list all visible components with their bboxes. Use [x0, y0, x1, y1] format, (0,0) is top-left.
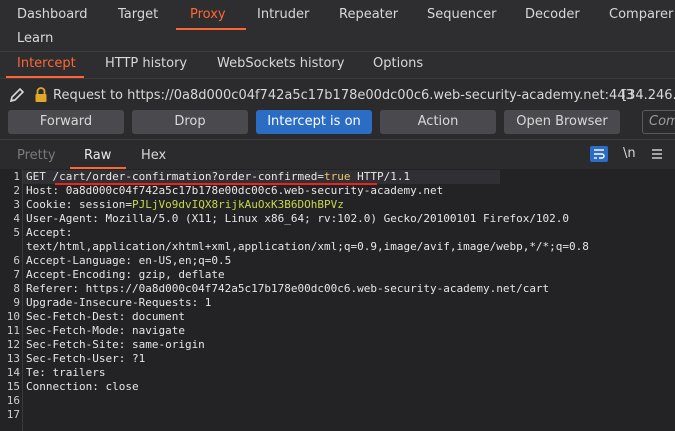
line-number: 3: [13, 198, 20, 211]
header-referer: Referer: https://0a8d000c04f742a5c17b178…: [26, 282, 550, 295]
tab-decoder[interactable]: Decoder: [525, 7, 580, 22]
header-sec-fetch-site: Sec-Fetch-Site: same-origin: [26, 338, 205, 351]
tab-dashboard[interactable]: Dashboard: [17, 7, 88, 22]
line-number: 8: [13, 282, 20, 295]
action-button[interactable]: Action: [380, 110, 496, 134]
header-accept: Accept:: [26, 226, 73, 239]
main-tab-bar: Dashboard Target Proxy Intruder Repeater…: [0, 0, 675, 52]
header-name: Cookie: [26, 198, 66, 211]
header-cookie: Cookie: session=PJLjVo9dvIQX8rijkAuOxK3B…: [26, 198, 344, 211]
header-upgrade-insecure-requests: Upgrade-Insecure-Requests: 1: [26, 296, 212, 309]
query-param-value: true: [324, 170, 351, 183]
header-connection: Connection: close: [26, 380, 139, 393]
line-number: 2: [13, 184, 20, 197]
divider: [0, 139, 675, 140]
header-sec-fetch-user: Sec-Fetch-User: ?1: [26, 352, 146, 365]
line-number: 10: [6, 310, 20, 323]
line-number: 15: [6, 380, 20, 393]
tab-http-history[interactable]: HTTP history: [105, 56, 187, 71]
tab-sequencer[interactable]: Sequencer: [427, 7, 496, 22]
cookie-name: session: [79, 198, 126, 211]
comment-field[interactable]: Comm: [642, 110, 675, 134]
line-number: 9: [13, 296, 20, 309]
line-number: 13: [6, 352, 20, 365]
tab-proxy[interactable]: Proxy: [190, 7, 226, 22]
line-number: 14: [6, 366, 20, 379]
tab-pretty[interactable]: Pretty: [17, 148, 56, 163]
line-number: 11: [6, 324, 20, 337]
tab-target[interactable]: Target: [118, 7, 158, 22]
tab-intruder[interactable]: Intruder: [257, 7, 309, 22]
tab-comparer[interactable]: Comparer: [609, 7, 673, 22]
forward-button[interactable]: Forward: [8, 110, 124, 134]
line-number: 6: [13, 254, 20, 267]
header-te: Te: trailers: [26, 366, 106, 379]
tab-websockets-history[interactable]: WebSockets history: [217, 56, 344, 71]
line-number: 12: [6, 338, 20, 351]
header-name: Host: [26, 184, 53, 197]
query-param-name: order-confirmed: [218, 170, 318, 183]
line-number: 16: [6, 394, 20, 407]
lock-icon: [35, 87, 47, 102]
header-accept-value: text/html,application/xhtml+xml,applicat…: [26, 240, 589, 253]
header-sec-fetch-dest: Sec-Fetch-Dest: document: [26, 310, 185, 323]
tab-intercept[interactable]: Intercept: [17, 56, 76, 71]
tab-raw[interactable]: Raw: [84, 148, 111, 163]
intercept-toggle-button[interactable]: Intercept is on: [256, 110, 372, 134]
tab-learn[interactable]: Learn: [17, 31, 53, 46]
cookie-value: PJLjVo9dvIQX8rijkAuOxK3B6DOhBPVz: [131, 198, 344, 211]
line-number: 5: [13, 226, 20, 239]
header-user-agent: User-Agent: Mozilla/5.0 (X11; Linux x86_…: [26, 212, 570, 225]
request-line: GET /cart/order-confirmation?order-confi…: [26, 170, 410, 183]
drop-button[interactable]: Drop: [132, 110, 248, 134]
wrap-lines-icon[interactable]: [590, 146, 608, 162]
request-target-url: Request to https://0a8d000c04f742a5c17b1…: [53, 88, 634, 103]
header-separator: :: [65, 198, 79, 211]
header-accept-language: Accept-Language: en-US,en;q=0.5: [26, 254, 232, 267]
request-ip-address: [34.246.1: [622, 88, 675, 103]
show-newlines-icon[interactable]: \n: [623, 146, 636, 161]
http-method: GET: [26, 170, 46, 183]
tab-hex[interactable]: Hex: [141, 148, 166, 163]
proxy-sub-tab-bar: Intercept HTTP history WebSockets histor…: [0, 52, 675, 78]
line-number: 1: [13, 170, 20, 183]
menu-icon[interactable]: [651, 148, 663, 160]
tab-repeater[interactable]: Repeater: [339, 7, 398, 22]
http-version: HTTP/1.1: [350, 170, 411, 183]
request-info-bar: Request to https://0a8d000c04f742a5c17b1…: [0, 82, 675, 108]
header-accept-encoding: Accept-Encoding: gzip, deflate: [26, 268, 225, 281]
request-path: /cart/order-confirmation: [52, 170, 212, 183]
open-browser-button[interactable]: Open Browser: [504, 110, 620, 134]
cookie-equals: =: [125, 198, 132, 211]
line-number: 7: [13, 268, 20, 281]
header-sec-fetch-mode: Sec-Fetch-Mode: navigate: [26, 324, 185, 337]
header-host: Host: 0a8d000c04f742a5c17b178e00dc00c6.w…: [26, 184, 443, 197]
tab-options[interactable]: Options: [373, 56, 423, 71]
active-tab-indicator: [176, 28, 246, 30]
pencil-icon[interactable]: [8, 86, 26, 104]
header-value: : 0a8d000c04f742a5c17b178e00dc00c6.web-s…: [52, 184, 444, 197]
line-number: 4: [13, 212, 20, 225]
line-number: 17: [6, 408, 20, 421]
divider: [0, 78, 675, 79]
